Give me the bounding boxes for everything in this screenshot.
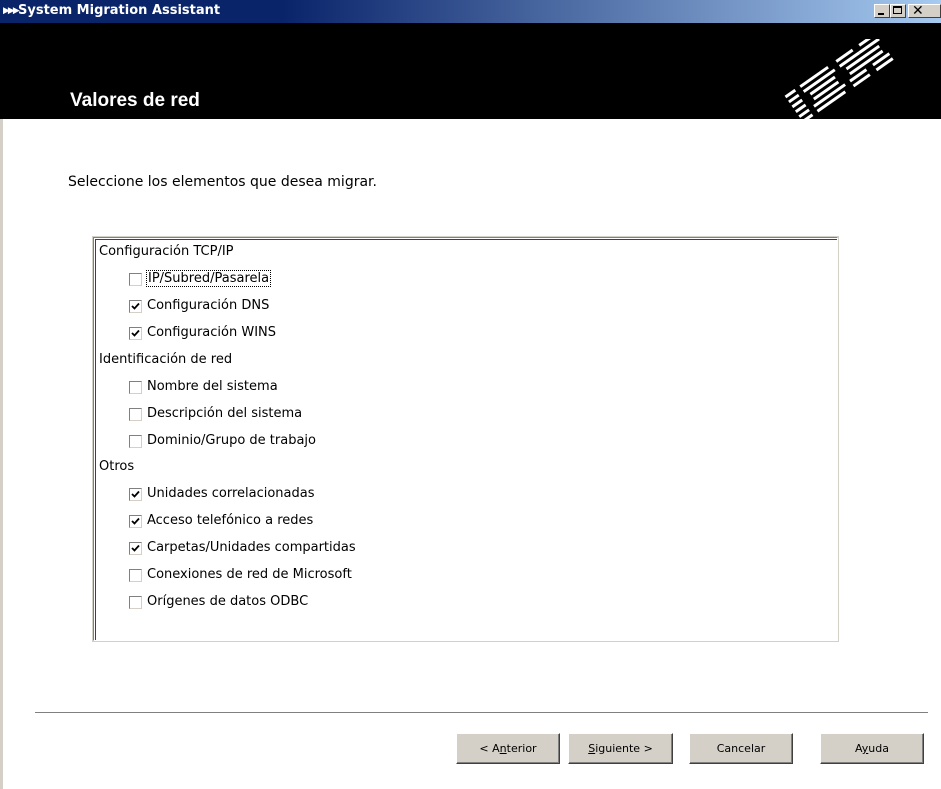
item-label: Carpetas/Unidades compartidas — [147, 540, 356, 555]
checkbox[interactable] — [129, 300, 142, 313]
checkbox[interactable] — [129, 542, 142, 555]
item-label: Configuración WINS — [147, 325, 277, 340]
checkbox[interactable] — [129, 327, 142, 340]
checkmark-icon — [131, 329, 140, 337]
checkbox[interactable] — [129, 515, 142, 528]
minimize-button[interactable] — [874, 4, 890, 18]
next-button[interactable]: Siguiente > — [568, 733, 673, 764]
window-title: System Migration Assistant — [18, 3, 221, 18]
minimize-icon — [878, 13, 884, 15]
item-label: IP/Subred/Pasarela — [145, 270, 272, 287]
close-icon: ✕ — [912, 3, 924, 19]
group-tcpip-label: Configuración TCP/IP — [99, 244, 234, 259]
app-icon: ▶▶▶ — [3, 6, 20, 16]
item-label: Descripción del sistema — [147, 406, 303, 421]
title-bar[interactable]: ▶▶▶ System Migration Assistant ✕ — [0, 0, 941, 23]
list-content: Configuración TCP/IP IP/Subred/Pasarela … — [95, 239, 837, 640]
close-button[interactable]: ✕ — [908, 3, 941, 19]
header-banner: Valores de red — [0, 23, 941, 119]
help-button[interactable]: Ayuda — [820, 733, 924, 764]
maximize-icon — [893, 6, 902, 14]
item-label: Unidades correlacionadas — [147, 486, 315, 501]
back-button[interactable]: < Anterior — [456, 733, 560, 764]
page-title: Valores de red — [70, 90, 200, 111]
checkmark-icon — [131, 490, 140, 498]
checkbox[interactable] — [129, 488, 142, 501]
ibm-logo — [784, 39, 894, 119]
separator — [35, 712, 928, 714]
group-others-label: Otros — [99, 459, 135, 474]
item-label: Dominio/Grupo de trabajo — [147, 433, 316, 448]
checkbox[interactable] — [129, 569, 142, 582]
checkmark-icon — [131, 302, 140, 310]
item-label: Acceso telefónico a redes — [147, 513, 314, 528]
item-label: Configuración DNS — [147, 298, 270, 313]
checkbox[interactable] — [129, 408, 142, 421]
checkbox[interactable] — [129, 381, 142, 394]
network-settings-list[interactable]: Configuración TCP/IP IP/Subred/Pasarela … — [92, 236, 839, 642]
cancel-button[interactable]: Cancelar — [689, 733, 793, 764]
instruction-text: Seleccione los elementos que desea migra… — [68, 174, 377, 190]
group-network-id-label: Identificación de red — [99, 352, 233, 367]
item-label: Conexiones de red de Microsoft — [147, 567, 352, 582]
checkmark-icon — [131, 544, 140, 552]
checkmark-icon — [131, 517, 140, 525]
maximize-button[interactable] — [890, 4, 906, 18]
item-label: Nombre del sistema — [147, 379, 278, 394]
window-border — [0, 23, 3, 789]
item-label: Orígenes de datos ODBC — [147, 594, 309, 609]
checkbox[interactable] — [129, 435, 142, 448]
checkbox[interactable] — [129, 273, 142, 286]
checkbox[interactable] — [129, 596, 142, 609]
